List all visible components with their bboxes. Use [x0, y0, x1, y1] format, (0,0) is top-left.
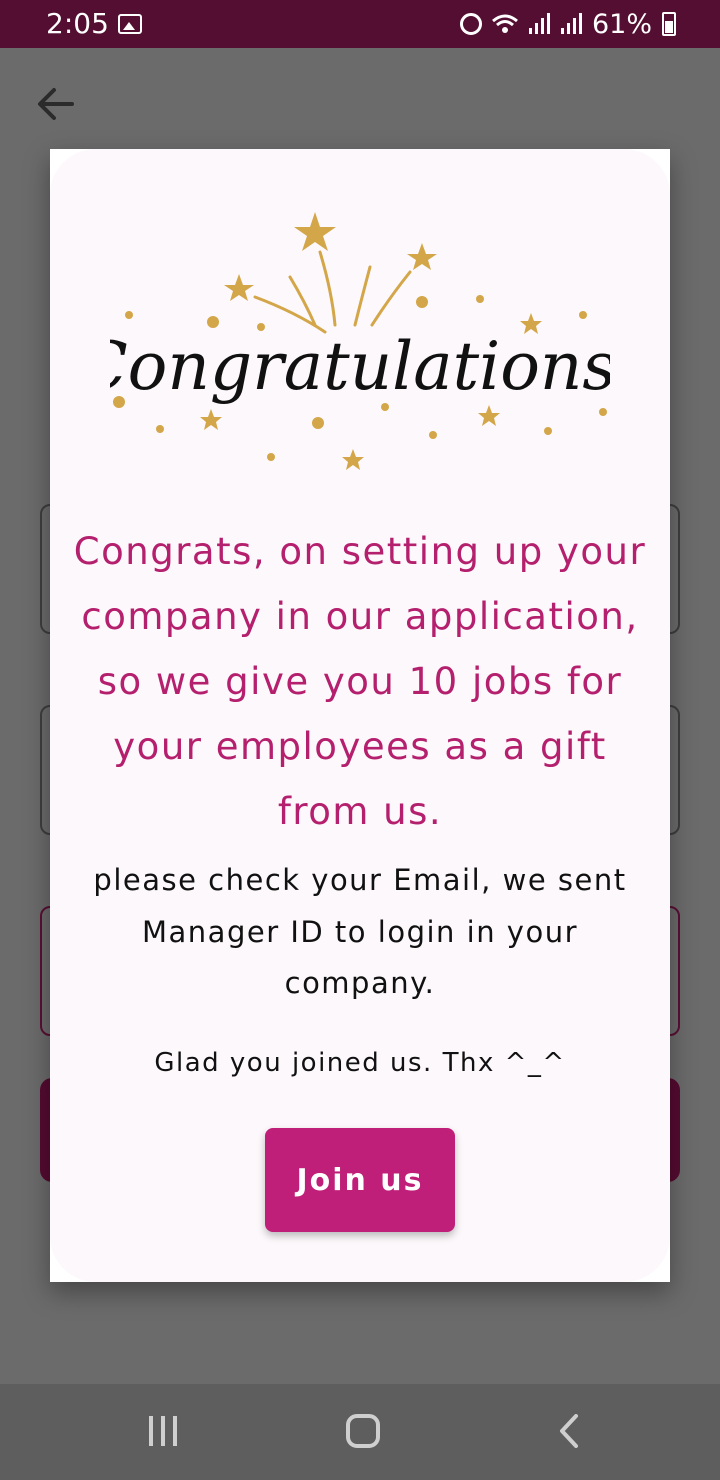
join-us-button[interactable]: Join us — [265, 1128, 455, 1232]
gallery-icon — [118, 14, 142, 34]
battery-percent: 61% — [591, 8, 652, 40]
congrats-dialog: Congratulations! Congrats, on setting up… — [50, 149, 670, 1282]
arrow-left-icon[interactable] — [36, 84, 76, 124]
email-note: please check your Email, we sent Manager… — [93, 863, 627, 1000]
signal-icon — [528, 13, 550, 35]
home-icon[interactable] — [346, 1414, 380, 1448]
congratulations-text: Congratulations! — [110, 328, 610, 405]
battery-icon — [662, 12, 676, 36]
gift-message: Congrats, on setting up your company in … — [73, 530, 647, 833]
recent-apps-icon[interactable] — [146, 1414, 180, 1448]
signal-icon — [560, 13, 582, 35]
wifi-icon — [492, 13, 518, 35]
dialog-card: Congratulations! Congrats, on setting up… — [50, 149, 670, 1282]
system-nav-bar — [0, 1384, 720, 1480]
congratulations-banner-image: Congratulations! — [110, 212, 610, 470]
thanks-text: Glad you joined us. Thx ^_^ — [154, 1048, 566, 1078]
back-icon[interactable] — [552, 1414, 586, 1448]
alarm-icon — [459, 13, 482, 35]
status-icons: 61% — [459, 6, 676, 42]
status-bar: 2:05 61% — [0, 0, 720, 48]
status-time: 2:05 — [46, 7, 109, 40]
